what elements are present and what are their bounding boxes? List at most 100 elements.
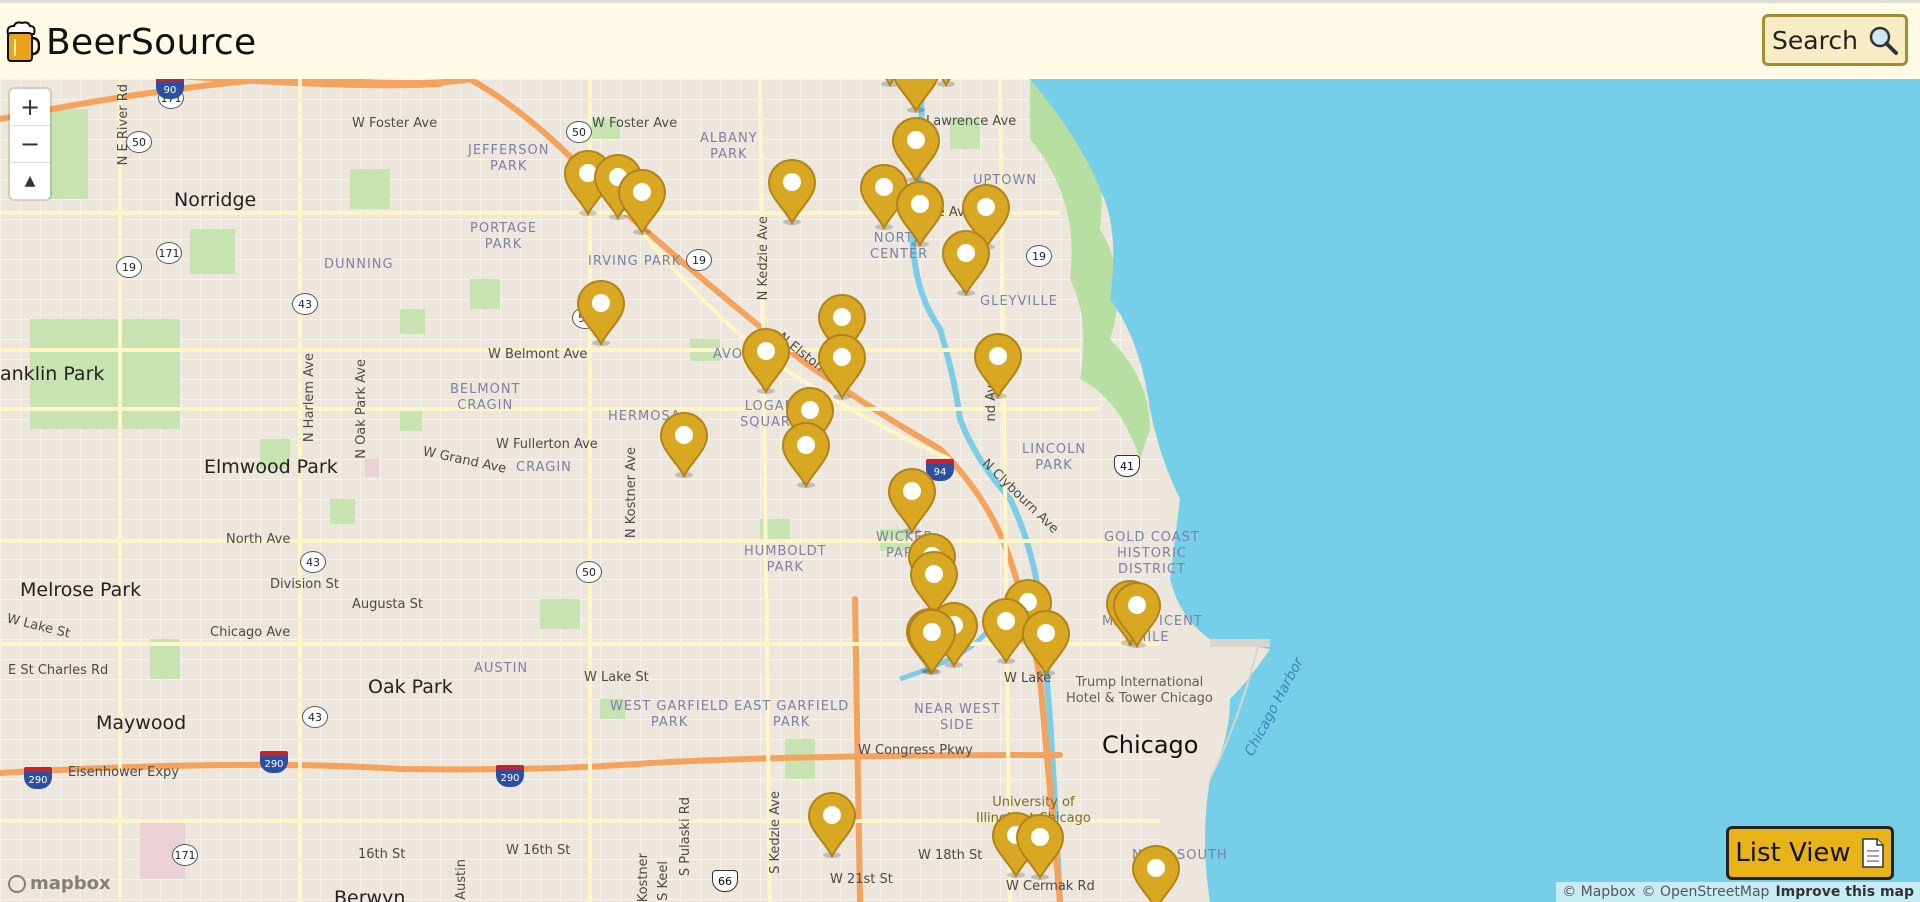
- route-shield: 50: [576, 561, 602, 583]
- map-pin-icon: [893, 79, 939, 114]
- street-n-oak-park-ave: N Oak Park Ave: [354, 359, 369, 459]
- us-route-shield: 66: [712, 870, 738, 892]
- district-portage-park: PORTAGE PARK: [470, 221, 538, 252]
- brewery-map-pin[interactable]: [576, 280, 626, 347]
- mapbox-logo[interactable]: mapbox: [8, 873, 111, 894]
- search-label: Search: [1772, 25, 1858, 55]
- map-pin-icon: [807, 792, 857, 859]
- route-shield: 43: [300, 551, 326, 573]
- brewery-map-pin[interactable]: [1015, 814, 1065, 881]
- street-w-foster-ave: W Foster Ave: [352, 116, 438, 131]
- list-view-button[interactable]: List View: [1726, 826, 1894, 880]
- place-maywood: Maywood: [96, 712, 187, 734]
- district-belmont-cragin: BELMONT CRAGIN: [450, 382, 521, 413]
- brewery-map-pin[interactable]: [973, 333, 1023, 400]
- map-pin-icon: [1112, 582, 1162, 649]
- compass-button[interactable]: ▲: [10, 163, 50, 199]
- magnifier-icon: [1869, 26, 1898, 55]
- brewery-map-pin[interactable]: [807, 792, 857, 859]
- document-icon: [1861, 838, 1884, 868]
- map-pin-icon: [781, 422, 831, 489]
- map-pin-icon: [767, 159, 817, 226]
- street-augusta-st: Augusta St: [352, 597, 423, 612]
- place-franklin-park: anklin Park: [0, 363, 105, 385]
- mapbox-logo-text: mapbox: [30, 873, 111, 894]
- street-n-harlem-ave: N Harlem Ave: [302, 353, 317, 443]
- route-shield: 43: [302, 706, 328, 728]
- zoom-out-button[interactable]: −: [10, 126, 50, 163]
- route-shield: 50: [566, 121, 592, 143]
- brewery-map-pin[interactable]: [1021, 610, 1071, 677]
- street-s-kostner: S Kostner: [636, 853, 651, 902]
- map-canvas[interactable]: Norridge anklin Park Elmwood Park Melros…: [0, 79, 1920, 902]
- map-pin-icon: [973, 333, 1023, 400]
- route-shield: 19: [1026, 245, 1052, 267]
- attribution-osm[interactable]: © OpenStreetMap: [1642, 884, 1770, 900]
- street-w-lake-st-2: W Lake St: [584, 670, 649, 685]
- district-lakeview: GLEYVILLE: [980, 294, 1058, 309]
- us-route-shield: 41: [1114, 455, 1140, 477]
- beer-mug-icon: [6, 21, 40, 62]
- street-north-ave: North Ave: [226, 532, 291, 547]
- street-s-austin: S Austin: [454, 859, 469, 902]
- street-n-e-river-rd: N E River Rd: [116, 84, 131, 166]
- district-jefferson-park: JEFFERSON PARK: [468, 143, 550, 174]
- street-w-belmont-ave: W Belmont Ave: [488, 347, 588, 362]
- place-melrose-park: Melrose Park: [20, 579, 142, 601]
- brand-name: BeerSource: [46, 21, 257, 63]
- poi-trump-tower: Trump International Hotel & Tower Chicag…: [1066, 675, 1213, 706]
- interstate-shield: 290: [496, 765, 524, 787]
- brewery-map-pin[interactable]: [741, 328, 791, 395]
- map-pin-icon: [576, 280, 626, 347]
- street-s-pulaski-rd: S Pulaski Rd: [678, 797, 693, 877]
- district-humboldt-park: HUMBOLDT PARK: [744, 544, 827, 575]
- improve-map-link[interactable]: Improve this map: [1775, 884, 1914, 900]
- brewery-map-pin[interactable]: [781, 422, 831, 489]
- zoom-in-button[interactable]: +: [10, 89, 50, 126]
- route-shield: 171: [172, 844, 198, 866]
- district-dunning: DUNNING: [324, 257, 394, 272]
- zoom-control: + − ▲: [10, 89, 50, 199]
- street-chicago-ave: Chicago Ave: [210, 625, 291, 640]
- map-pin-icon: [741, 328, 791, 395]
- street-w-congress-pkwy: W Congress Pkwy: [858, 743, 973, 758]
- street-16th-st: 16th St: [358, 847, 406, 862]
- brand-logo[interactable]: BeerSource: [4, 19, 256, 65]
- map-attribution: © Mapbox © OpenStreetMap Improve this ma…: [1556, 882, 1920, 902]
- brewery-map-pin[interactable]: [907, 609, 957, 676]
- search-button[interactable]: Search: [1762, 14, 1908, 66]
- route-shield: 19: [116, 256, 142, 278]
- street-s-kedzie-ave: S Kedzie Ave: [768, 791, 783, 874]
- interstate-shield: 290: [260, 751, 288, 773]
- district-gold-coast: GOLD COAST HISTORIC DISTRICT: [1104, 530, 1200, 577]
- district-east-garfield-park: EAST GARFIELD PARK: [734, 699, 850, 730]
- attribution-mapbox[interactable]: © Mapbox: [1562, 884, 1635, 900]
- map-pin-icon: [895, 181, 945, 248]
- map-pin-icon: [941, 230, 991, 297]
- brewery-map-pin[interactable]: [887, 468, 937, 535]
- district-lincoln-park: LINCOLN PARK: [1022, 442, 1087, 473]
- map-base-layer: [0, 79, 1920, 902]
- brewery-map-pin[interactable]: [617, 169, 667, 236]
- district-albany-park: ALBANY PARK: [700, 131, 758, 162]
- brewery-map-pin[interactable]: [941, 230, 991, 297]
- street-w-cermak-rd: W Cermak Rd: [1006, 879, 1095, 894]
- street-w-fullerton-ave: W Fullerton Ave: [496, 437, 598, 452]
- brewery-map-pin[interactable]: [1131, 845, 1181, 902]
- route-shield: 19: [686, 249, 712, 271]
- street-e-st-charles-rd: E St Charles Rd: [8, 663, 109, 678]
- street-n-kostner-ave: N Kostner Ave: [624, 447, 639, 539]
- map-pin-icon: [1015, 814, 1065, 881]
- district-irving-park: IRVING PARK: [588, 254, 682, 269]
- street-w-16th-st: W 16th St: [506, 843, 571, 858]
- brewery-map-pin[interactable]: [767, 159, 817, 226]
- brewery-map-pin[interactable]: [1112, 582, 1162, 649]
- app-header: BeerSource Search: [0, 3, 1920, 79]
- brewery-map-pin[interactable]: [891, 79, 941, 114]
- compass-icon: ▲: [24, 173, 36, 189]
- brewery-map-pin[interactable]: [895, 181, 945, 248]
- street-w-foster-ave-2: W Foster Ave: [592, 116, 678, 131]
- place-berwyn: Berwyn: [334, 887, 406, 902]
- brewery-map-pin[interactable]: [659, 412, 709, 479]
- map-pin-icon: [907, 609, 957, 676]
